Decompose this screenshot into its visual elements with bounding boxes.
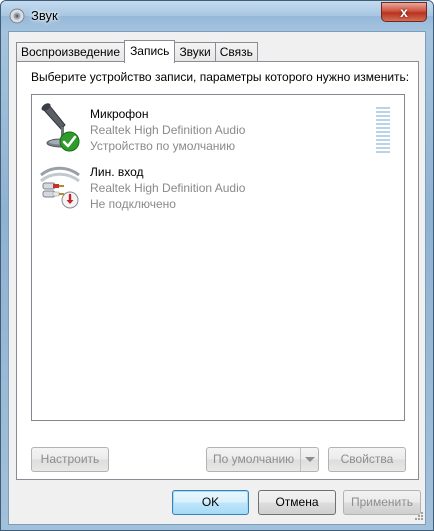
resize-grip-icon[interactable] bbox=[412, 511, 424, 523]
tab-communications[interactable]: Связь bbox=[214, 42, 258, 62]
close-button[interactable]: x bbox=[381, 2, 427, 22]
window-title: Звук bbox=[31, 8, 58, 23]
list-item-microphone[interactable]: Микрофон Realtek High Definition Audio У… bbox=[32, 99, 404, 155]
tab-recording[interactable]: Запись bbox=[124, 40, 176, 63]
apply-button[interactable]: Применить bbox=[343, 490, 421, 515]
device-status: Устройство по умолчанию bbox=[90, 139, 236, 153]
cancel-button[interactable]: Отмена bbox=[258, 490, 336, 515]
instruction-text: Выберите устройство записи, параметры ко… bbox=[31, 70, 410, 84]
configure-button[interactable]: Настроить bbox=[31, 447, 109, 472]
device-driver: Realtek High Definition Audio bbox=[90, 181, 246, 195]
sound-dialog: Звук x Воспроизведение Запись Звуки Связ… bbox=[0, 0, 434, 531]
list-item-line-in[interactable]: Лин. вход Realtek High Definition Audio … bbox=[32, 157, 404, 213]
set-default-label: По умолчанию bbox=[213, 452, 295, 466]
input-level-meter bbox=[376, 107, 390, 153]
tab-strip: Воспроизведение Запись Звуки Связь bbox=[16, 40, 258, 63]
title-bar[interactable]: Звук x bbox=[1, 1, 433, 31]
close-icon: x bbox=[400, 4, 408, 20]
set-default-split-button[interactable]: По умолчанию bbox=[206, 447, 319, 472]
device-name: Микрофон bbox=[90, 107, 149, 121]
properties-button[interactable]: Свойства bbox=[328, 447, 406, 472]
ok-button[interactable]: OK bbox=[172, 490, 249, 515]
device-list[interactable]: Микрофон Realtek High Definition Audio У… bbox=[31, 94, 405, 421]
device-driver: Realtek High Definition Audio bbox=[90, 123, 246, 137]
default-check-icon bbox=[59, 131, 80, 152]
speaker-icon bbox=[9, 8, 25, 24]
unplugged-arrow-icon bbox=[61, 191, 79, 209]
recording-tab-panel: Выберите устройство записи, параметры ко… bbox=[16, 61, 419, 480]
tab-playback[interactable]: Воспроизведение bbox=[16, 42, 126, 62]
device-name: Лин. вход bbox=[90, 165, 144, 179]
chevron-down-icon[interactable] bbox=[300, 448, 318, 471]
device-status: Не подключено bbox=[90, 197, 176, 211]
tab-sounds[interactable]: Звуки bbox=[174, 42, 216, 62]
dialog-client-area: Воспроизведение Запись Звуки Связь Выбер… bbox=[8, 31, 426, 525]
